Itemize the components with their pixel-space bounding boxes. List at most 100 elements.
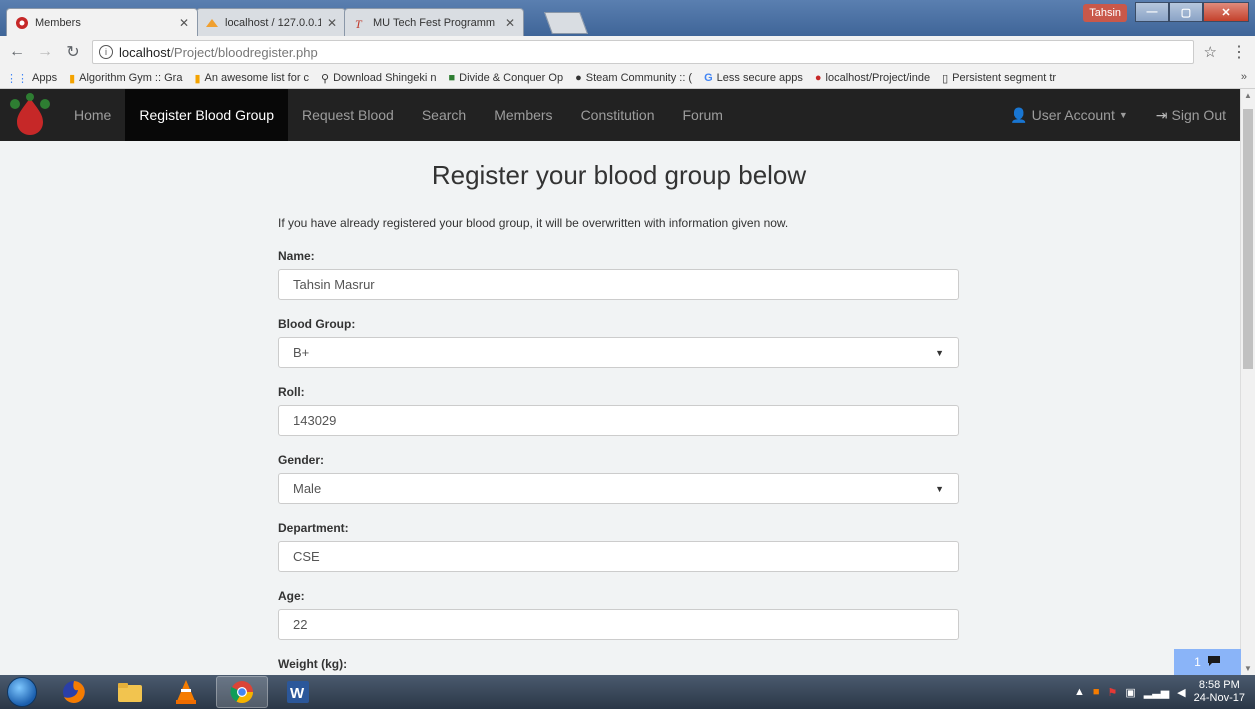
tray-expand-icon[interactable]: ▲ — [1074, 686, 1085, 698]
url-host: localhost — [119, 44, 171, 60]
close-icon[interactable]: ✕ — [505, 16, 515, 30]
bookmark-localhost[interactable]: ● localhost/Project/inde — [815, 72, 930, 84]
blood-group-select[interactable]: B+ ▼ — [278, 337, 959, 368]
bookmark-steam[interactable]: ● Steam Community :: ( — [575, 72, 692, 84]
page-content: Register your blood group below If you h… — [0, 141, 1240, 675]
age-label: Age: — [278, 589, 305, 603]
department-input[interactable]: CSE — [278, 541, 959, 572]
google-icon: G — [704, 72, 713, 84]
gender-select[interactable]: Male ▼ — [278, 473, 959, 504]
scroll-thumb[interactable] — [1243, 109, 1253, 369]
close-window-button[interactable]: ✕ — [1203, 2, 1249, 22]
network-signal-icon[interactable]: ▂▃▅ — [1144, 686, 1169, 699]
maximize-button[interactable]: ▢ — [1169, 2, 1203, 22]
blood-logo-icon[interactable] — [0, 89, 60, 141]
document-icon: ▯ — [942, 72, 949, 85]
url-path: /Project/bloodregister.php — [170, 44, 318, 60]
bookmark-shingeki[interactable]: ⚲ Download Shingeki n — [321, 72, 436, 85]
dc-icon: ■ — [448, 72, 456, 84]
bookmark-algorithm-gym[interactable]: ▮ Algorithm Gym :: Gra — [69, 72, 182, 85]
taskbar-word[interactable]: W — [272, 676, 324, 708]
name-label: Name: — [278, 249, 315, 263]
bookmark-star-icon[interactable]: ☆ — [1204, 43, 1217, 61]
word-icon: W — [287, 681, 309, 703]
tab-phpmyadmin[interactable]: localhost / 127.0.0.1 / nir ✕ — [196, 8, 346, 36]
blood-drop-icon: ● — [814, 72, 822, 84]
bookmark-less-secure[interactable]: G Less secure apps — [704, 72, 803, 84]
gender-label: Gender: — [278, 453, 325, 467]
svg-text:T: T — [355, 17, 363, 30]
scroll-down-icon[interactable]: ▼ — [1244, 664, 1252, 673]
tech-fest-icon: T — [353, 16, 367, 30]
tab-title: MU Tech Fest Programm — [373, 16, 496, 29]
page-title: Register your blood group below — [431, 160, 807, 190]
forward-arrow-icon[interactable]: → — [36, 43, 54, 61]
firefox-icon — [63, 681, 85, 703]
scroll-up-icon[interactable]: ▲ — [1244, 91, 1252, 100]
sign-out-icon: ⇥ — [1155, 106, 1168, 123]
close-icon[interactable]: ✕ — [179, 16, 189, 30]
site-navbar: Home Register Blood Group Request Blood … — [0, 89, 1240, 141]
nav-request-blood[interactable]: Request Blood — [288, 89, 408, 141]
page-icon: ⚲ — [321, 72, 330, 85]
browser-titlebar: Members ✕ localhost / 127.0.0.1 / nir ✕ … — [0, 0, 1255, 36]
start-button[interactable] — [0, 675, 44, 709]
page-scrollbar[interactable]: ▲ ▼ — [1240, 89, 1255, 675]
nav-right-group: 👤 User Account ▼ ⇥ Sign Out — [996, 89, 1240, 141]
tray-app-icon[interactable]: ■ — [1093, 686, 1100, 698]
taskbar-chrome[interactable] — [216, 676, 268, 708]
apps-grid-icon: ⋮⋮ — [6, 72, 28, 85]
nav-register-blood-group[interactable]: Register Blood Group — [125, 89, 288, 141]
bookmark-awesome-list[interactable]: ▮ An awesome list for c — [194, 72, 309, 85]
chat-notification-button[interactable]: 1 — [1174, 649, 1241, 675]
nav-home[interactable]: Home — [60, 89, 125, 141]
weight-label: Weight (kg): — [278, 657, 348, 671]
caret-down-icon: ▼ — [935, 483, 944, 494]
action-center-icon[interactable]: ⚑ — [1108, 686, 1118, 699]
clock-date: 24-Nov-17 — [1193, 692, 1245, 704]
address-bar[interactable]: i localhost/Project/bloodregister.php — [92, 40, 1194, 64]
nav-search[interactable]: Search — [408, 89, 480, 141]
taskbar-vlc[interactable] — [160, 676, 212, 708]
folder-icon — [118, 683, 142, 702]
volume-icon[interactable]: ◀ — [1177, 686, 1185, 699]
monitor-icon[interactable]: ▣ — [1125, 686, 1135, 699]
user-account-dropdown[interactable]: 👤 User Account ▼ — [996, 89, 1142, 141]
bookmarks-bar: ⋮⋮ Apps ▮ Algorithm Gym :: Gra ▮ An awesome… — [0, 68, 1255, 89]
close-icon[interactable]: ✕ — [327, 16, 337, 30]
tab-members[interactable]: Members ✕ — [6, 8, 198, 36]
system-clock[interactable]: 8:58 PM 24-Nov-17 — [1194, 679, 1245, 705]
bookmark-divide-conquer[interactable]: ■ Divide & Conquer Op — [448, 72, 563, 84]
taskbar-firefox[interactable] — [48, 676, 100, 708]
info-icon[interactable]: i — [99, 45, 113, 59]
nav-constitution[interactable]: Constitution — [567, 89, 669, 141]
bookmarks-overflow-button[interactable]: » — [1241, 71, 1247, 83]
new-tab-button[interactable] — [543, 12, 589, 34]
phpmyadmin-icon — [205, 16, 219, 30]
name-input[interactable]: Tahsin Masrur — [278, 269, 959, 300]
nav-members[interactable]: Members — [480, 89, 566, 141]
overwrite-notice: If you have already registered your bloo… — [278, 216, 789, 230]
nav-forum[interactable]: Forum — [669, 89, 737, 141]
reload-icon[interactable]: ↻ — [64, 42, 82, 62]
windows-logo-icon — [7, 677, 37, 707]
sign-out-link[interactable]: ⇥ Sign Out — [1142, 89, 1240, 141]
minimize-button[interactable]: — — [1135, 2, 1169, 22]
taskbar-explorer[interactable] — [104, 676, 156, 708]
caret-down-icon: ▼ — [1118, 110, 1128, 120]
age-input[interactable]: 22 — [278, 609, 959, 640]
blood-group-label: Blood Group: — [278, 317, 356, 331]
department-label: Department: — [278, 521, 349, 535]
svg-text:W: W — [290, 685, 305, 702]
back-arrow-icon[interactable]: ← — [8, 43, 26, 61]
bar-chart-icon: ▮ — [69, 72, 76, 85]
roll-input[interactable]: 143029 — [278, 405, 959, 436]
menu-dots-icon[interactable]: ⋮ — [1231, 42, 1247, 62]
tab-mu-tech-fest[interactable]: T MU Tech Fest Programm ✕ — [344, 8, 524, 36]
bookmark-persistent[interactable]: ▯ Persistent segment tr — [942, 72, 1056, 85]
blood-drop-icon — [15, 16, 29, 30]
window-controls: — ▢ ✕ — [1135, 2, 1249, 22]
system-tray: ▲ ■ ⚑ ▣ ▂▃▅ ◀ 8:58 PM 24-Nov-17 — [1074, 679, 1255, 705]
clock-time: 8:58 PM — [1198, 679, 1240, 691]
bookmark-apps[interactable]: ⋮⋮ Apps — [6, 72, 57, 85]
